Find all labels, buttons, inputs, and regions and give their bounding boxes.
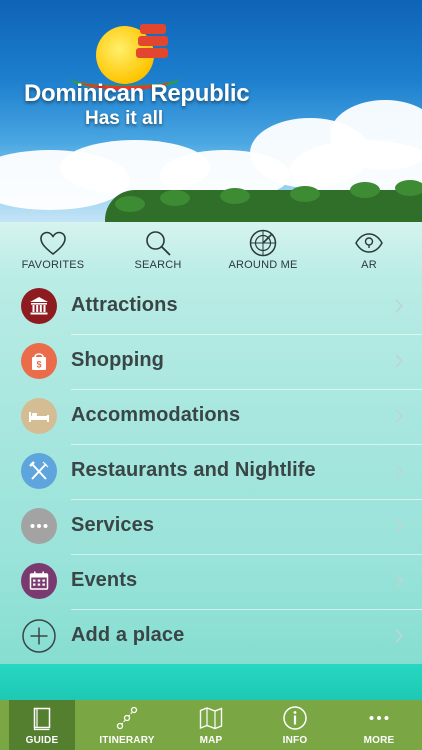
chevron-right-icon [395,354,404,368]
fork-knife-icon [21,453,57,489]
book-icon [33,707,51,731]
category-accommodations[interactable]: Accommodations [0,390,422,445]
palm-tree [395,180,422,196]
category-shopping[interactable]: $ Shopping [0,335,422,390]
add-place-label: Add a place [71,624,185,646]
chevron-right-icon [395,464,404,478]
category-label: Attractions [71,294,178,316]
radar-icon [249,229,277,257]
tab-more[interactable]: MORE [337,700,421,750]
palm-tree [115,196,145,212]
background-water-deep [0,664,422,700]
ar-button[interactable]: AR [324,228,414,272]
tab-more-label: MORE [363,735,395,746]
route-icon [116,706,138,730]
chevron-right-icon [395,574,404,588]
ship-logo-icon [130,22,172,68]
around-me-label: AROUND ME [228,259,298,271]
category-label: Shopping [71,349,164,371]
chevron-right-icon [395,299,404,313]
category-restaurants[interactable]: Restaurants and Nightlife [0,445,422,500]
tab-itinerary-label[interactable]: ITINERARY [85,735,169,746]
category-label: Accommodations [71,404,241,426]
category-label: Services [71,514,155,536]
category-events[interactable]: Events [0,555,422,610]
eye-icon [355,233,383,253]
hero-banner: Dominican Republic Has it all [0,0,422,230]
palm-tree [290,186,320,202]
search-label: SEARCH [134,259,182,271]
tab-map-label: MAP [199,735,223,746]
svg-text:$: $ [36,360,41,370]
calendar-icon [21,563,57,599]
logo: Dominican Republic Has it all [0,22,250,137]
favorites-label: FAVORITES [21,259,85,271]
tab-guide[interactable]: GUIDE [9,700,75,750]
map-icon [199,707,223,730]
category-services[interactable]: Services [0,500,422,555]
quick-actions-bar: FAVORITES SEARCH AROUND ME AR [0,228,422,272]
shopping-bag-icon: $ [21,343,57,379]
category-label: Restaurants and Nightlife [71,459,316,481]
more-dots-icon [21,508,57,544]
heart-icon [40,231,66,256]
tab-info-label: INFO [282,735,308,746]
tab-info[interactable]: INFO [253,700,337,750]
brand-tagline: Has it all [85,108,164,129]
bed-icon [21,398,57,434]
museum-icon [21,288,57,324]
plus-icon [21,618,57,654]
around-me-button[interactable]: AROUND ME [218,228,308,272]
palm-tree [350,182,380,198]
category-attractions[interactable]: Attractions [0,280,422,335]
palm-tree [220,188,250,204]
palm-tree [160,190,190,206]
search-button[interactable]: SEARCH [113,228,203,272]
tab-itinerary[interactable]: ITINERARY [85,700,169,750]
tab-bar: GUIDE ITINERARY MAP INFO MORE [0,700,422,750]
info-icon [283,706,307,730]
favorites-button[interactable]: FAVORITES [8,228,98,272]
chevron-right-icon [395,519,404,533]
tab-map[interactable]: MAP [169,700,253,750]
brand-title: Dominican Republic [24,80,250,107]
add-place-row[interactable]: Add a place [0,610,422,665]
search-icon [146,231,171,256]
category-label: Events [71,569,138,591]
tab-guide-label: GUIDE [25,735,59,746]
chevron-right-icon [395,629,404,643]
ar-label: AR [361,259,377,271]
more-dots-icon [369,716,389,720]
chevron-right-icon [395,409,404,423]
